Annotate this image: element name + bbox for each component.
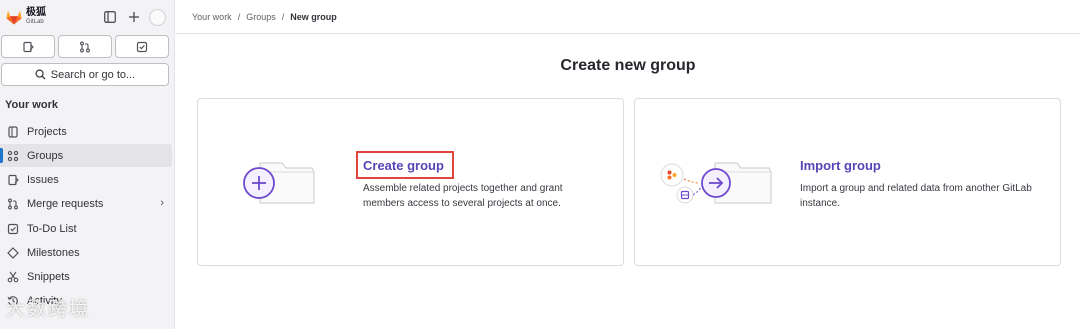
chevron-right-icon[interactable]: › [160,197,164,209]
sidebar-item-label: Merge requests [27,198,104,210]
create-group-illustration-icon [243,162,315,204]
merge-request-icon [80,41,90,52]
breadcrumb: Your work / Groups / New group [192,12,337,22]
import-group-title[interactable]: Import group [800,158,881,173]
avatar[interactable] [149,9,166,26]
merge-request-icon [6,197,19,210]
active-indicator [0,148,3,163]
sidebar-item-snippets[interactable]: Snippets [0,265,172,288]
new-item-icon[interactable] [126,9,142,25]
sidebar-item-milestones[interactable]: Milestones [0,241,172,264]
create-group-description: Assemble related projects together and g… [363,183,563,209]
sidebar-item-label: Issues [27,174,59,186]
todo-icon [6,222,19,235]
snippet-icon [6,270,19,283]
section-title: Your work [5,99,58,111]
sidebar-item-merge-requests[interactable]: Merge requests › [0,192,172,215]
project-icon [6,125,19,138]
sidebar-toggle-icon[interactable] [102,9,118,25]
breadcrumb-item[interactable]: Groups [246,12,276,22]
sidebar-item-projects[interactable]: Projects [0,120,172,143]
sidebar-item-label: Projects [27,126,67,138]
sidebar-item-label: Groups [27,150,64,162]
import-group-description: Import a group and related data from ano… [800,183,1032,209]
create-group-card[interactable]: Create group Assemble related projects t… [197,98,624,266]
assigned-issues-button[interactable] [1,35,55,58]
create-group-title[interactable]: Create group [363,158,444,173]
top-bar: Your work / Groups / New group [176,0,1080,34]
import-group-illustration-icon [660,162,772,204]
merge-requests-button[interactable] [58,35,112,58]
breadcrumb-separator: / [237,12,241,22]
page-title: Create new group [560,57,696,74]
brand-name: 极狐 [26,7,46,18]
sidebar: 极狐 GitLab Search or go to... Your work P… [0,0,175,329]
watermark: 大数跨境 [6,298,91,320]
sidebar-item-label: Snippets [27,271,70,283]
todo-button[interactable] [115,35,169,58]
sidebar-header: 极狐 GitLab [0,0,175,34]
group-icon [6,149,19,162]
issues-icon [23,41,34,52]
search-button[interactable]: Search or go to... [1,63,169,86]
sidebar-item-todo[interactable]: To-Do List [0,217,172,240]
sidebar-item-label: Milestones [27,247,80,259]
search-label: Search or go to... [50,68,136,81]
todo-icon [136,41,148,52]
milestone-icon [6,246,19,259]
sidebar-item-issues[interactable]: Issues [0,168,172,191]
breadcrumb-separator: / [281,12,285,22]
breadcrumb-item[interactable]: Your work [192,12,232,22]
search-icon [35,69,46,80]
breadcrumb-current: New group [290,12,337,22]
brand: 极狐 GitLab [26,7,46,26]
issues-icon [6,173,19,186]
sidebar-item-groups[interactable]: Groups [0,144,172,167]
sidebar-item-label: To-Do List [27,223,77,235]
import-group-card[interactable]: Import group Import a group and related … [634,98,1061,266]
gitlab-logo-icon[interactable] [5,8,23,26]
brand-sub: GitLab [26,19,44,25]
